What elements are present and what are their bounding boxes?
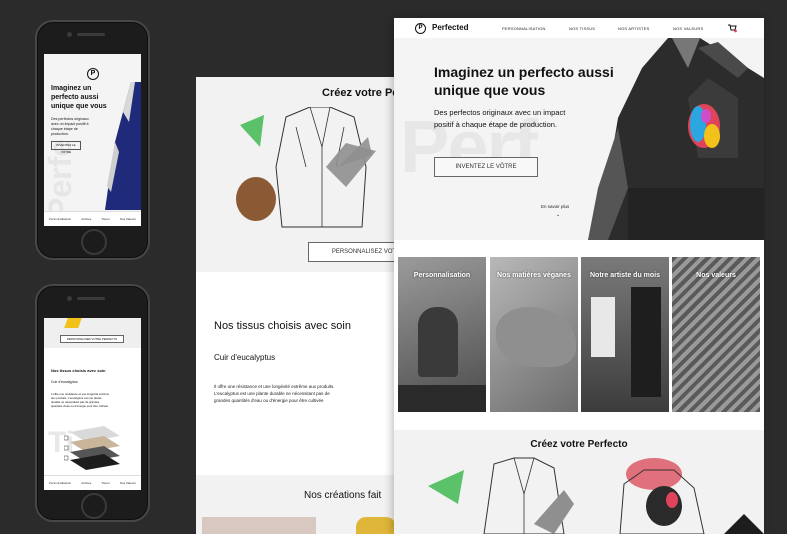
card-image [591, 297, 615, 357]
mobile-tab[interactable]: Artistes [81, 481, 91, 485]
creation-thumb [202, 517, 316, 534]
card-image [496, 307, 576, 367]
card-label: Nos matières véganes [497, 272, 571, 279]
logo-icon[interactable]: P [415, 23, 426, 34]
card-image [418, 307, 458, 377]
tissus-material: Cuir d'eucalyptus [214, 353, 276, 362]
create-illustration [428, 457, 764, 534]
mobile-tabbar: Personnalisation Artistes Tissus Nos Val… [44, 211, 141, 226]
tissus-title: Nos tissus choisis avec soin [214, 320, 351, 332]
phone-home-button [81, 229, 107, 255]
mobile-tab[interactable]: Artistes [81, 217, 91, 221]
tissus-body: Il offre une résistance et une longévité… [214, 384, 335, 403]
nav-artistes[interactable]: NOS ARTISTES [618, 26, 649, 31]
fabric-layers-illustration [64, 426, 120, 470]
mobile-tab[interactable]: Nos Valeurs [120, 217, 136, 221]
personnalisez-button[interactable]: PERSONNALISEZ VOT [308, 242, 406, 262]
mobile-tissus-body: Il offre une résistance et une longévité… [51, 392, 110, 408]
cart-icon[interactable] [727, 23, 737, 33]
learn-more-link[interactable]: En savoir plus [541, 204, 569, 209]
logo-letter: P [418, 25, 423, 31]
create-title: Créez votre Perfecto [530, 439, 628, 450]
card-image [631, 287, 661, 397]
mobile-tab[interactable]: Personnalisation [49, 217, 71, 221]
mobile-create-section [44, 318, 141, 348]
mobile-tabbar: Personnalisation Artistes Tissus Nos Val… [44, 475, 141, 490]
phone-mockup-2: PERSONNALISER VOTRE PERFECTO Nos tissus … [35, 284, 150, 522]
nav-personnalisation[interactable]: PERSONNALISATION [502, 26, 546, 31]
logo-icon[interactable]: P [87, 68, 99, 80]
mobile-tissus-title: Nos tissus choisis avec soin [51, 368, 106, 373]
phone-camera [67, 296, 72, 301]
phone-speaker [77, 33, 105, 36]
phone-camera [67, 32, 72, 37]
brand-name[interactable]: Perfected [432, 23, 468, 32]
mobile-tab[interactable]: Personnalisation [49, 481, 71, 485]
phone-screen-1: P Perfe Imaginez un perfecto aussi uniqu… [44, 54, 141, 226]
middle-page-mockup: Créez votre Pe PERSONNALISEZ VOT Nos tis… [196, 77, 406, 534]
mobile-tab[interactable]: Tissus [101, 481, 110, 485]
card-label: Notre artiste du mois [589, 272, 660, 279]
desktop-page-mockup: P Perfected PERSONNALISATION NOS TISSUS … [394, 18, 764, 534]
nav-valeurs[interactable]: NOS VALEURS [673, 26, 703, 31]
hero-jacket-image [588, 38, 764, 240]
mobile-hero-subtitle: Des perfectos originaux avec un impact p… [51, 117, 89, 136]
hero-title: Imaginez un perfecto aussi unique que vo… [434, 64, 614, 98]
mobile-create-cta[interactable]: PERSONNALISER VOTRE PERFECTO [60, 335, 124, 343]
card-valeurs[interactable]: Nos valeurs [672, 257, 760, 412]
phone-speaker [77, 297, 105, 300]
card-artiste[interactable]: Notre artiste du mois [581, 257, 669, 412]
chevron-down-icon[interactable]: ⌄ [556, 212, 560, 218]
mobile-hero-image [105, 82, 141, 210]
mobile-tab[interactable]: Nos Valeurs [120, 481, 136, 485]
mobile-hero-title: Imaginez un perfecto aussi unique que vo… [51, 85, 107, 110]
card-personnalisation[interactable]: Personnalisation [398, 257, 486, 412]
create-title-cut: Créez votre Pe [322, 87, 399, 99]
mobile-hero-cta[interactable]: INVENTEZ LE VÔTRE [51, 141, 81, 154]
jacket-illustration [236, 107, 376, 228]
hero-cta-button[interactable]: INVENTEZ LE VÔTRE [434, 157, 538, 177]
creations-title: Nos créations fait [304, 490, 382, 501]
phone-home-button [81, 493, 107, 519]
card-matieres[interactable]: Nos matières véganes [490, 257, 578, 412]
phone-screen-2: PERSONNALISER VOTRE PERFECTO Nos tissus … [44, 318, 141, 490]
mobile-tab[interactable]: Tissus [101, 217, 110, 221]
creation-thumb [356, 517, 396, 534]
nav-tissus[interactable]: NOS TISSUS [569, 26, 595, 31]
logo-letter: P [90, 70, 96, 77]
hero-subtitle: Des perfectos originaux avec un impact p… [434, 108, 566, 129]
card-label: Personnalisation [413, 272, 471, 279]
mobile-tissus-material: Cuir d'eucalyptus [51, 380, 78, 384]
card-label: Nos valeurs [696, 272, 736, 279]
card-image [398, 385, 486, 412]
phone-mockup-1: P Perfe Imaginez un perfecto aussi uniqu… [35, 20, 150, 260]
